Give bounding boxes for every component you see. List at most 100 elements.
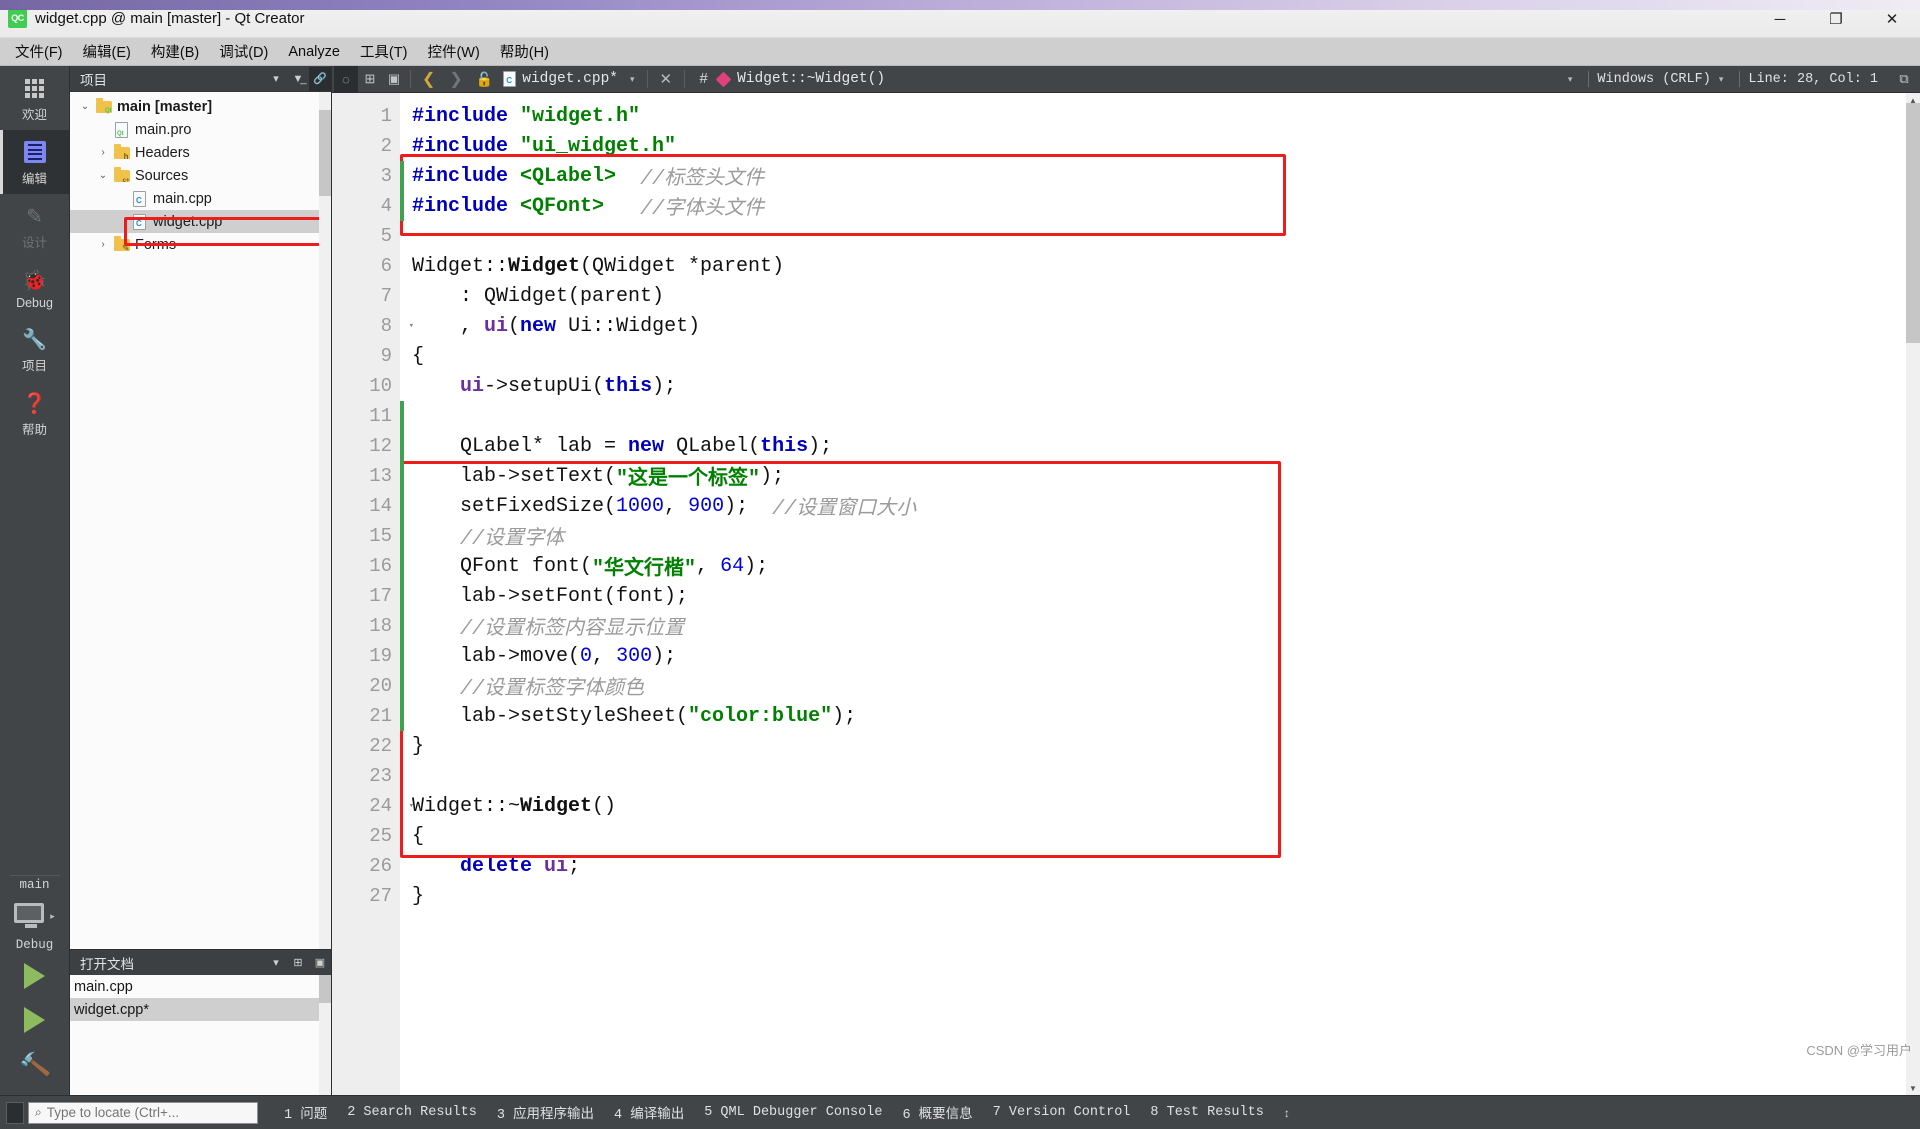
menu-help[interactable]: 帮助(H) bbox=[491, 37, 558, 66]
mode-item-bug[interactable]: 🐞 Debug bbox=[0, 258, 69, 317]
line-ending-indicator[interactable]: Windows (CRLF) bbox=[1597, 72, 1710, 87]
debug-button[interactable] bbox=[0, 998, 70, 1042]
code-line[interactable]: lab->setFont(font); bbox=[400, 581, 1906, 611]
code-line[interactable]: { bbox=[400, 821, 1906, 851]
code-line[interactable]: delete ui; bbox=[400, 851, 1906, 881]
open-documents-list[interactable]: main.cpp widget.cpp* bbox=[70, 975, 331, 1095]
lock-icon[interactable]: 🔓 bbox=[470, 71, 499, 88]
code-line[interactable]: #include "ui_widget.h" bbox=[400, 131, 1906, 161]
code-line[interactable]: Widget:: Widget (QWidget *parent) bbox=[400, 251, 1906, 281]
code-line[interactable]: lab->setStyleSheet("color:blue"); bbox=[400, 701, 1906, 731]
code-line[interactable]: QFont font("华文行楷", 64); bbox=[400, 551, 1906, 582]
twisty-icon[interactable]: ⌄ bbox=[76, 101, 94, 112]
tree-item[interactable]: main.cpp bbox=[70, 187, 331, 210]
output-pane-tab[interactable]: 1 问题 bbox=[274, 1102, 337, 1123]
close-button[interactable]: ✕ bbox=[1864, 0, 1920, 38]
code-line[interactable]: //设置字体 bbox=[400, 521, 1906, 551]
encoding-caret-icon[interactable]: ▾ bbox=[1711, 74, 1732, 85]
minimize-button[interactable]: ─ bbox=[1752, 0, 1808, 38]
menu-build[interactable]: 构建(B) bbox=[142, 37, 208, 66]
symbol-hash-icon[interactable]: # bbox=[689, 71, 718, 88]
code-line[interactable]: #include <QFont> //字体头文件 bbox=[400, 191, 1906, 222]
code-line[interactable]: //设置标签内容显示位置 bbox=[400, 611, 1906, 641]
mode-item-pencil[interactable]: ✎ 设计 bbox=[0, 194, 69, 258]
code-line[interactable]: //设置标签字体颜色 bbox=[400, 671, 1906, 701]
menu-tools[interactable]: 工具(T) bbox=[351, 37, 417, 66]
filter-icon[interactable]: ▼̲ bbox=[287, 67, 309, 91]
mode-item-edit[interactable]: 编辑 bbox=[0, 130, 69, 194]
code-line[interactable]: } bbox=[400, 881, 1906, 911]
tree-item[interactable]: main.pro bbox=[70, 118, 331, 141]
scrollbar-thumb[interactable] bbox=[1906, 103, 1920, 343]
code-line[interactable] bbox=[400, 761, 1906, 791]
split-icon[interactable]: ⊞ bbox=[287, 951, 309, 975]
projects-view-dropdown[interactable]: ▾ bbox=[265, 67, 287, 91]
line-ending-caret-icon[interactable]: ▾ bbox=[1560, 74, 1581, 85]
go-forward-button[interactable]: ❯ bbox=[442, 69, 469, 89]
output-pane-toggle-button[interactable] bbox=[6, 1101, 24, 1124]
menu-file[interactable]: 文件(F) bbox=[6, 37, 72, 66]
code-line[interactable]: { bbox=[400, 341, 1906, 371]
code-line[interactable]: : QWidget(parent) bbox=[400, 281, 1906, 311]
open-document-item[interactable]: widget.cpp* bbox=[70, 998, 331, 1021]
kit-selector-button[interactable]: ▸ bbox=[0, 894, 70, 938]
code-line[interactable]: } bbox=[400, 731, 1906, 761]
tree-item[interactable]: widget.cpp bbox=[70, 210, 331, 233]
code-line[interactable]: Widget::~ Widget() bbox=[400, 791, 1906, 821]
scrollbar-thumb[interactable] bbox=[319, 975, 331, 1003]
mode-item-grid[interactable]: 欢迎 bbox=[0, 66, 69, 130]
project-tree[interactable]: ⌄ main [master] main.pro › Headers ⌄ Sources ma… bbox=[70, 92, 331, 949]
code-line[interactable]: QLabel* lab = new QLabel(this); bbox=[400, 431, 1906, 461]
close-split-icon[interactable]: ▣ bbox=[382, 66, 406, 93]
output-pane-tab[interactable]: 4 编译输出 bbox=[604, 1102, 694, 1123]
mode-item-question[interactable]: ❓ 帮助 bbox=[0, 381, 69, 445]
opendocs-scrollbar[interactable] bbox=[319, 975, 331, 1095]
code-line[interactable]: setFixedSize(1000, 900); //设置窗口大小 bbox=[400, 491, 1906, 522]
code-line[interactable]: , ui(new Ui::Widget) bbox=[400, 311, 1906, 341]
menu-edit[interactable]: 编辑(E) bbox=[74, 37, 140, 66]
sync-with-editor-icon[interactable]: 🔗 bbox=[309, 66, 331, 91]
code-line[interactable]: ui ->setupUi(this); bbox=[400, 371, 1906, 401]
tree-item[interactable]: › Headers bbox=[70, 141, 331, 164]
output-pane-tab[interactable]: 8 Test Results bbox=[1140, 1105, 1273, 1120]
code-area[interactable]: #include "widget.h" #include "ui_widget.h… bbox=[400, 93, 1906, 1095]
search-input[interactable] bbox=[46, 1105, 251, 1120]
maximize-button[interactable]: ❐ bbox=[1808, 0, 1864, 38]
output-pane-tab[interactable]: 5 QML Debugger Console bbox=[694, 1105, 892, 1120]
menu-debug[interactable]: 调试(D) bbox=[210, 37, 277, 66]
code-line[interactable]: lab->setText("这是一个标签"); bbox=[400, 461, 1906, 492]
output-pane-tab[interactable]: 6 概要信息 bbox=[892, 1102, 982, 1123]
menu-widgets[interactable]: 控件(W) bbox=[418, 37, 488, 66]
twisty-icon[interactable]: › bbox=[94, 239, 112, 250]
cursor-position-indicator[interactable]: Line: 28, Col: 1 bbox=[1748, 72, 1878, 87]
output-pane-updown-icon[interactable]: ↕ bbox=[1274, 1106, 1300, 1120]
opendocs-close-icon[interactable]: ▣ bbox=[309, 951, 331, 975]
editor-toolbar-collapse-icon[interactable]: ◌ bbox=[334, 65, 358, 93]
code-line[interactable] bbox=[400, 221, 1906, 251]
twisty-icon[interactable]: › bbox=[94, 147, 112, 158]
run-button[interactable] bbox=[0, 954, 70, 998]
code-line[interactable]: #include "widget.h" bbox=[400, 101, 1906, 131]
current-symbol[interactable]: Widget::~Widget() bbox=[737, 71, 885, 87]
code-line[interactable]: lab->move(0, 300); bbox=[400, 641, 1906, 671]
mode-item-wrench[interactable]: 🔧 项目 bbox=[0, 317, 69, 381]
locator[interactable]: ⌕ bbox=[28, 1101, 258, 1124]
tree-item[interactable]: › Forms bbox=[70, 233, 331, 256]
code-line[interactable] bbox=[400, 401, 1906, 431]
file-dropdown-caret-icon[interactable]: ▾ bbox=[622, 74, 643, 85]
opendocs-dropdown[interactable]: ▾ bbox=[265, 951, 287, 975]
open-file-chip[interactable]: widget.cpp* bbox=[499, 71, 622, 87]
editor-scrollbar[interactable]: ▲ ▼ bbox=[1906, 93, 1920, 1095]
scrollbar-thumb[interactable] bbox=[319, 110, 331, 196]
output-pane-tab[interactable]: 7 Version Control bbox=[983, 1105, 1141, 1120]
scroll-down-arrow-icon[interactable]: ▼ bbox=[1906, 1081, 1920, 1095]
tree-item[interactable]: ⌄ Sources bbox=[70, 164, 331, 187]
split-horizontally-icon[interactable]: ⊞ bbox=[358, 66, 382, 93]
output-pane-tab[interactable]: 2 Search Results bbox=[337, 1105, 487, 1120]
tree-item[interactable]: ⌄ main [master] bbox=[70, 95, 331, 118]
build-button[interactable]: 🔨 bbox=[0, 1042, 70, 1089]
go-back-button[interactable]: ❮ bbox=[415, 69, 442, 89]
open-document-item[interactable]: main.cpp bbox=[70, 975, 331, 998]
menu-analyze[interactable]: Analyze bbox=[279, 40, 349, 64]
output-pane-tab[interactable]: 3 应用程序输出 bbox=[487, 1102, 604, 1123]
